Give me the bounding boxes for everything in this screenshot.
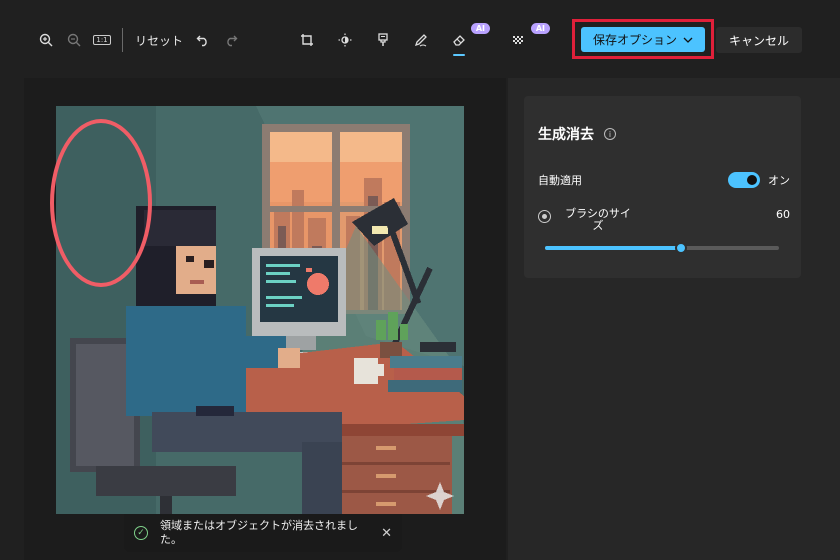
auto-apply-state: オン — [768, 174, 790, 187]
brush-size-label: ブラシのサイズ — [565, 207, 631, 232]
crop-icon — [301, 34, 313, 46]
erase-tool[interactable]: AI — [440, 23, 490, 56]
save-options-label: 保存オプション — [592, 33, 677, 47]
close-icon[interactable]: ✕ — [381, 526, 392, 541]
fit-label: 1:1 — [93, 35, 111, 45]
zoom-in-icon[interactable] — [32, 26, 60, 54]
notification-message: 領域またはオブジェクトが消去されました。 — [160, 519, 358, 546]
chevron-down-icon — [683, 37, 693, 43]
brightness-tool[interactable] — [326, 26, 364, 54]
cancel-button[interactable]: キャンセル — [716, 27, 802, 53]
save-options-button[interactable]: 保存オプション — [581, 27, 705, 52]
brush-size-value: 60 — [776, 208, 790, 221]
zoom-out-icon[interactable] — [60, 26, 88, 54]
brush-size-slider[interactable] — [545, 242, 779, 254]
auto-apply-label: 自動適用 — [538, 174, 582, 187]
view-controls: 1:1 リセット — [32, 26, 245, 54]
erase-icon — [453, 35, 465, 46]
filter-tool[interactable] — [364, 26, 402, 54]
panel-title-text: 生成消去 — [538, 127, 594, 143]
save-highlight-box: 保存オプション — [572, 19, 714, 59]
info-icon[interactable]: i — [604, 128, 616, 140]
fit-icon[interactable]: 1:1 — [88, 26, 116, 54]
brightness-icon — [338, 33, 352, 47]
redo-icon[interactable] — [217, 26, 245, 54]
crop-tool[interactable] — [288, 26, 326, 54]
ai-badge: AI — [470, 23, 490, 34]
background-tool[interactable]: AI — [500, 23, 550, 54]
edit-tools: AI AI — [288, 23, 550, 56]
check-circle-icon: ✓ — [134, 526, 148, 540]
panel-title: 生成消去 i — [538, 124, 616, 144]
reset-button[interactable]: リセット — [129, 32, 189, 49]
slider-fill — [545, 246, 681, 250]
generative-erase-panel: 生成消去 i 自動適用 オン ブラシのサイズ 60 — [524, 96, 801, 278]
brush-size-icon — [538, 210, 551, 223]
undo-icon[interactable] — [189, 26, 217, 54]
markup-icon — [414, 34, 427, 47]
slider-thumb[interactable] — [675, 242, 687, 254]
top-toolbar: 1:1 リセット AI AI 保存オプション キャンセル — [0, 0, 840, 78]
filter-icon — [378, 33, 388, 46]
toolbar-divider — [122, 28, 123, 52]
ai-badge: AI — [530, 23, 550, 34]
background-icon — [513, 36, 523, 44]
erased-area-marker — [50, 119, 152, 287]
erase-notification: ✓ 領域またはオブジェクトが消去されました。 ✕ — [124, 514, 402, 552]
auto-apply-row: 自動適用 オン — [538, 172, 790, 188]
auto-apply-toggle[interactable] — [728, 172, 760, 188]
brush-size-row: ブラシのサイズ 60 — [538, 208, 790, 232]
markup-tool[interactable] — [402, 26, 440, 54]
